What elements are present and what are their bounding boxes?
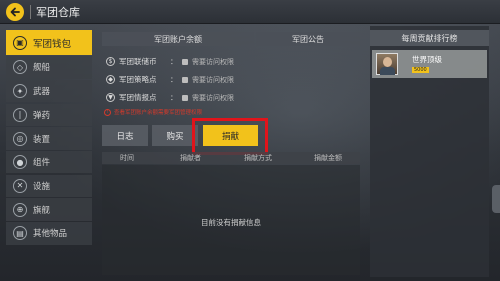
balance-row-strategy: ◆ 军团策略点 (106, 74, 157, 85)
sidebar-item-label: 设施 (33, 181, 51, 192)
balance-value-text: 需要访问权限 (192, 76, 234, 84)
sidebar-item-label: 其他物品 (33, 229, 68, 240)
warning-text: 查看军团账户余额需要军团管理权限 (114, 110, 203, 116)
wallet-icon: ▣ (13, 35, 27, 50)
ranking-badge: 5000 (412, 67, 429, 73)
sidebar-item-label: 组件 (33, 158, 51, 169)
component-icon: ● (13, 155, 27, 170)
sidebar-item-components[interactable]: ● 组件 (6, 150, 92, 174)
balance-colon: ： (170, 93, 178, 102)
notice-header: 军团公告 (256, 32, 360, 46)
misc-icon: ▤ (13, 226, 27, 241)
category-sidebar: ▣ 军团钱包 ◇ 舰船 ✦ 武器 ❘ 弹药 ◎ 装置 ● 组件 ✕ 设施 ⊕ 旗… (6, 30, 92, 246)
balance-label: 军团情报点 (119, 93, 157, 102)
ammo-icon: ❘ (13, 107, 27, 122)
ranking-header: 每周贡献排行榜 (370, 30, 489, 46)
permission-warning: ! 查看军团账户余额需要军团管理权限 (104, 108, 202, 116)
column-time: 时间 (120, 154, 134, 162)
sidebar-item-label: 装置 (33, 134, 51, 145)
column-amount: 捐献金额 (314, 154, 342, 162)
sidebar-item-flagships[interactable]: ⊕ 旗舰 (6, 198, 92, 221)
coin-icon: $ (106, 57, 115, 66)
column-method: 捐献方式 (244, 154, 272, 162)
header-divider (30, 5, 31, 19)
ship-icon: ◇ (13, 60, 27, 75)
weapon-icon: ✦ (13, 84, 27, 99)
alert-icon: ! (104, 108, 111, 116)
sidebar-item-label: 武器 (33, 87, 51, 98)
balance-label: 军团策略点 (119, 75, 157, 84)
top-bar: 军团仓库 (0, 0, 500, 24)
table-header: 时间 捐献者 捐献方式 捐献金额 (102, 152, 360, 164)
lock-icon (182, 59, 188, 65)
sidebar-item-ships[interactable]: ◇ 舰船 (6, 56, 92, 79)
notice-panel (256, 48, 360, 124)
side-drawer-handle[interactable] (492, 185, 500, 213)
balance-value: 需要访问权限 (182, 93, 234, 103)
balance-colon: ： (170, 57, 178, 66)
sidebar-item-label: 舰船 (33, 63, 51, 74)
balance-row-intel: ▼ 军团情报点 (106, 92, 157, 103)
page-title: 军团仓库 (36, 6, 80, 19)
strategy-icon: ◆ (106, 75, 115, 84)
balance-label: 军团联储币 (119, 57, 157, 66)
sidebar-item-weapons[interactable]: ✦ 武器 (6, 79, 92, 103)
sidebar-item-facilities[interactable]: ✕ 设施 (6, 174, 92, 198)
lock-icon (182, 95, 188, 101)
sidebar-item-label: 军团钱包 (33, 38, 72, 50)
column-donor: 捐献者 (180, 154, 201, 162)
balance-value-text: 需要访问权限 (192, 58, 234, 66)
arrow-left-icon (10, 7, 20, 17)
balance-row-coin: $ 军团联储币 (106, 56, 157, 67)
facility-icon: ✕ (13, 178, 27, 193)
sidebar-item-label: 旗舰 (33, 205, 51, 216)
balance-value-text: 需要访问权限 (192, 94, 234, 102)
intel-icon: ▼ (106, 93, 115, 102)
back-button[interactable] (6, 3, 24, 21)
ranking-player-name: 世界顶级 (412, 55, 442, 64)
sidebar-item-misc[interactable]: ▤ 其他物品 (6, 222, 92, 245)
empty-message: 目前没有捐献信息 (201, 218, 261, 227)
donate-highlight-box (192, 118, 268, 155)
balance-colon: ： (170, 75, 178, 84)
balance-value: 需要访问权限 (182, 57, 234, 67)
flagship-icon: ⊕ (13, 202, 27, 217)
balance-value: 需要访问权限 (182, 75, 234, 85)
sidebar-item-devices[interactable]: ◎ 装置 (6, 127, 92, 150)
lock-icon (182, 77, 188, 83)
device-icon: ◎ (13, 131, 27, 146)
sidebar-item-label: 弹药 (33, 110, 51, 121)
tab-log[interactable]: 日志 (102, 125, 148, 146)
balance-header: 军团账户余额 (102, 32, 254, 46)
avatar (376, 53, 398, 75)
sidebar-item-ammo[interactable]: ❘ 弹药 (6, 103, 92, 127)
sidebar-item-wallet[interactable]: ▣ 军团钱包 (6, 30, 92, 55)
